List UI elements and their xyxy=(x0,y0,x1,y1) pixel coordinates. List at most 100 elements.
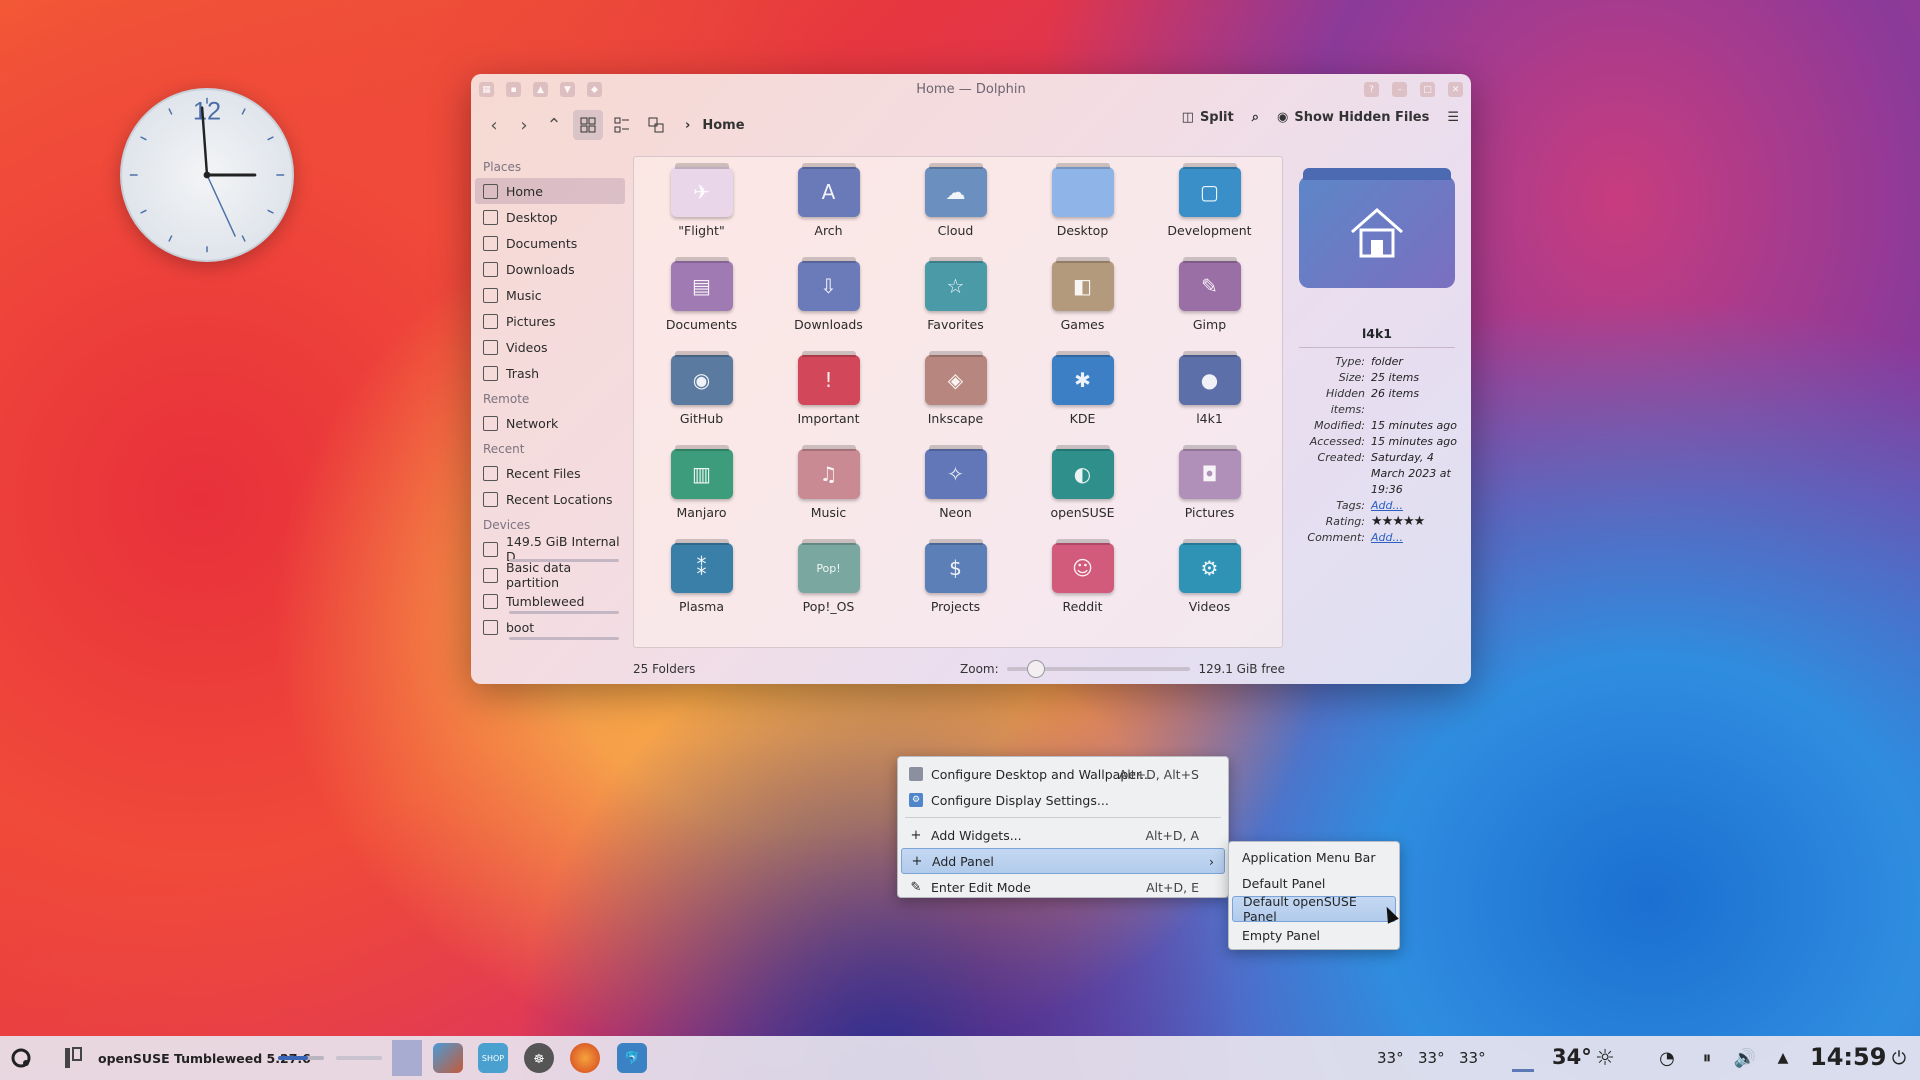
tags-add-link[interactable]: Add... xyxy=(1371,498,1463,514)
folder-item[interactable]: ✧ Neon xyxy=(892,445,1019,543)
add-panel-item[interactable]: + Add Panel › xyxy=(901,848,1225,874)
folder-item[interactable]: ☺ Reddit xyxy=(1019,539,1146,637)
analog-clock-widget[interactable]: 12 xyxy=(120,88,294,262)
maximize-icon[interactable]: □ xyxy=(1420,82,1435,97)
title-bar[interactable]: ▦ ▪ ▲ ▼ ◆ Home — Dolphin ? – □ ✕ xyxy=(471,74,1471,104)
folder-item[interactable]: ☆ Favorites xyxy=(892,257,1019,355)
application-launcher-icon[interactable] xyxy=(6,1043,36,1073)
media-pause-icon[interactable]: ⏸ xyxy=(1694,1045,1720,1071)
dolphin-window[interactable]: ▦ ▪ ▲ ▼ ◆ Home — Dolphin ? – □ ✕ ‹ › ⌃ ›… xyxy=(471,74,1471,684)
device-item[interactable]: 149.5 GiB Internal D... xyxy=(475,534,625,564)
folder-item[interactable]: ◈ Inkscape xyxy=(892,351,1019,449)
configure-display-item[interactable]: ⚙ Configure Display Settings... xyxy=(901,787,1225,813)
rating-stars[interactable]: ★★★★★ xyxy=(1371,514,1463,530)
hamburger-menu-button[interactable]: ☰ xyxy=(1447,110,1459,125)
folder-item[interactable]: ▢ Development xyxy=(1146,163,1273,261)
system-app-icon[interactable]: ☸ xyxy=(524,1043,554,1073)
keep-above-icon[interactable]: ▲ xyxy=(533,82,548,97)
breadcrumb-home[interactable]: Home xyxy=(702,118,744,133)
folder-item[interactable]: ✎ Gimp xyxy=(1146,257,1273,355)
clipboard-icon[interactable]: ◔ xyxy=(1654,1045,1680,1071)
comment-add-link[interactable]: Add... xyxy=(1371,530,1463,546)
pager-desktop-1[interactable] xyxy=(392,1040,422,1076)
volume-slider[interactable] xyxy=(278,1056,324,1060)
digital-clock[interactable]: 14:59 xyxy=(1810,1043,1886,1071)
star-icon[interactable]: ★ xyxy=(1371,514,1383,529)
folder-item[interactable]: $ Projects xyxy=(892,539,1019,637)
folder-item[interactable]: ⁑ Plasma xyxy=(638,539,765,637)
remote-item[interactable]: Network xyxy=(475,410,625,436)
brightness-slider[interactable] xyxy=(336,1056,382,1060)
breadcrumb[interactable]: › Home xyxy=(685,118,745,133)
cpu-temp-1[interactable]: 33° xyxy=(1377,1049,1404,1067)
add-widgets-item[interactable]: + Add Widgets... Alt+D, A xyxy=(901,822,1225,848)
folder-item[interactable]: ☁ Cloud xyxy=(892,163,1019,261)
star-icon[interactable]: ★ xyxy=(1403,514,1415,529)
places-item[interactable]: Pictures xyxy=(475,308,625,334)
window-menu-icon[interactable]: ▦ xyxy=(479,82,494,97)
cpu-temp-3[interactable]: 33° xyxy=(1459,1049,1486,1067)
submenu-item-empty-panel[interactable]: Empty Panel xyxy=(1232,922,1396,948)
weather-temperature[interactable]: 34° xyxy=(1552,1045,1592,1069)
folder-item[interactable]: A Arch xyxy=(765,163,892,261)
shade-icon[interactable]: ◆ xyxy=(587,82,602,97)
help-icon[interactable]: ? xyxy=(1364,82,1379,97)
split-button[interactable]: ◫ Split xyxy=(1182,110,1234,125)
places-item[interactable]: Music xyxy=(475,282,625,308)
folder-item[interactable]: ! Important xyxy=(765,351,892,449)
folder-item[interactable]: ⚙ Videos xyxy=(1146,539,1273,637)
recent-item[interactable]: Recent Locations xyxy=(475,486,625,512)
sun-icon[interactable]: ☼ xyxy=(1592,1045,1618,1071)
star-icon[interactable]: ★ xyxy=(1392,514,1404,529)
folder-item[interactable]: ✈ "Flight" xyxy=(638,163,765,261)
power-icon[interactable]: ⏻ xyxy=(1886,1045,1912,1071)
submenu-item-app-menu-bar[interactable]: Application Menu Bar xyxy=(1232,844,1396,870)
star-icon[interactable]: ★ xyxy=(1414,514,1426,529)
folder-item[interactable]: ● l4k1 xyxy=(1146,351,1273,449)
edit-mode-item[interactable]: ✎ Enter Edit Mode Alt+D, E xyxy=(901,874,1225,900)
close-icon[interactable]: ✕ xyxy=(1448,82,1463,97)
folder-item[interactable]: Desktop xyxy=(1019,163,1146,261)
zoom-slider[interactable] xyxy=(1006,660,1107,678)
folder-item[interactable]: ▤ Documents xyxy=(638,257,765,355)
folder-item[interactable]: ▥ Manjaro xyxy=(638,445,765,543)
compact-view-button[interactable] xyxy=(607,110,637,140)
configure-desktop-item[interactable]: Configure Desktop and Wallpaper... Alt+D,… xyxy=(901,761,1225,787)
back-icon[interactable]: ‹ xyxy=(479,110,509,140)
folder-item[interactable]: ♫ Music xyxy=(765,445,892,543)
device-item[interactable]: Basic data partition xyxy=(475,560,625,590)
expand-tray-icon[interactable]: ▲ xyxy=(1770,1045,1796,1071)
desktop-app-icon[interactable] xyxy=(433,1043,463,1073)
search-button[interactable]: ⌕ xyxy=(1252,110,1259,125)
folder-item[interactable]: ⇩ Downloads xyxy=(765,257,892,355)
star-icon[interactable]: ★ xyxy=(1382,514,1394,529)
places-item[interactable]: Downloads xyxy=(475,256,625,282)
folder-item[interactable]: ◐ openSUSE xyxy=(1019,445,1146,543)
places-item[interactable]: Desktop xyxy=(475,204,625,230)
device-item[interactable]: boot xyxy=(475,614,625,640)
file-view[interactable]: ✈ "Flight" A Arch ☁ Cloud Desktop ▢ Development ▤… xyxy=(633,156,1283,648)
dolphin-taskbar-icon[interactable]: 🐬 xyxy=(617,1043,647,1073)
details-view-button[interactable] xyxy=(641,110,671,140)
minimize-icon[interactable]: – xyxy=(1392,82,1407,97)
submenu-item-default-panel[interactable]: Default Panel xyxy=(1232,870,1396,896)
device-item[interactable]: Tumbleweed xyxy=(475,588,625,614)
folder-item[interactable]: ✱ KDE xyxy=(1019,351,1146,449)
shop-app-icon[interactable]: SHOP xyxy=(478,1043,508,1073)
recent-item[interactable]: Recent Files xyxy=(475,460,625,486)
places-item[interactable]: Videos xyxy=(475,334,625,360)
places-item[interactable]: Home xyxy=(475,178,625,204)
folder-item[interactable]: ◧ Games xyxy=(1019,257,1146,355)
window-list-icon[interactable] xyxy=(62,1045,84,1071)
submenu-item-default-opensuse-panel[interactable]: Default openSUSE Panel xyxy=(1232,894,1396,924)
firefox-icon[interactable] xyxy=(570,1043,600,1073)
keep-below-icon[interactable]: ▼ xyxy=(560,82,575,97)
places-item[interactable]: Trash xyxy=(475,360,625,386)
cpu-temp-2[interactable]: 33° xyxy=(1418,1049,1445,1067)
system-monitor-graph[interactable] xyxy=(1512,1052,1534,1072)
forward-icon[interactable]: › xyxy=(509,110,539,140)
folder-item[interactable]: Pop! Pop!_OS xyxy=(765,539,892,637)
places-item[interactable]: Documents xyxy=(475,230,625,256)
zoom-slider-handle[interactable] xyxy=(1026,660,1045,678)
pin-icon[interactable]: ▪ xyxy=(506,82,521,97)
